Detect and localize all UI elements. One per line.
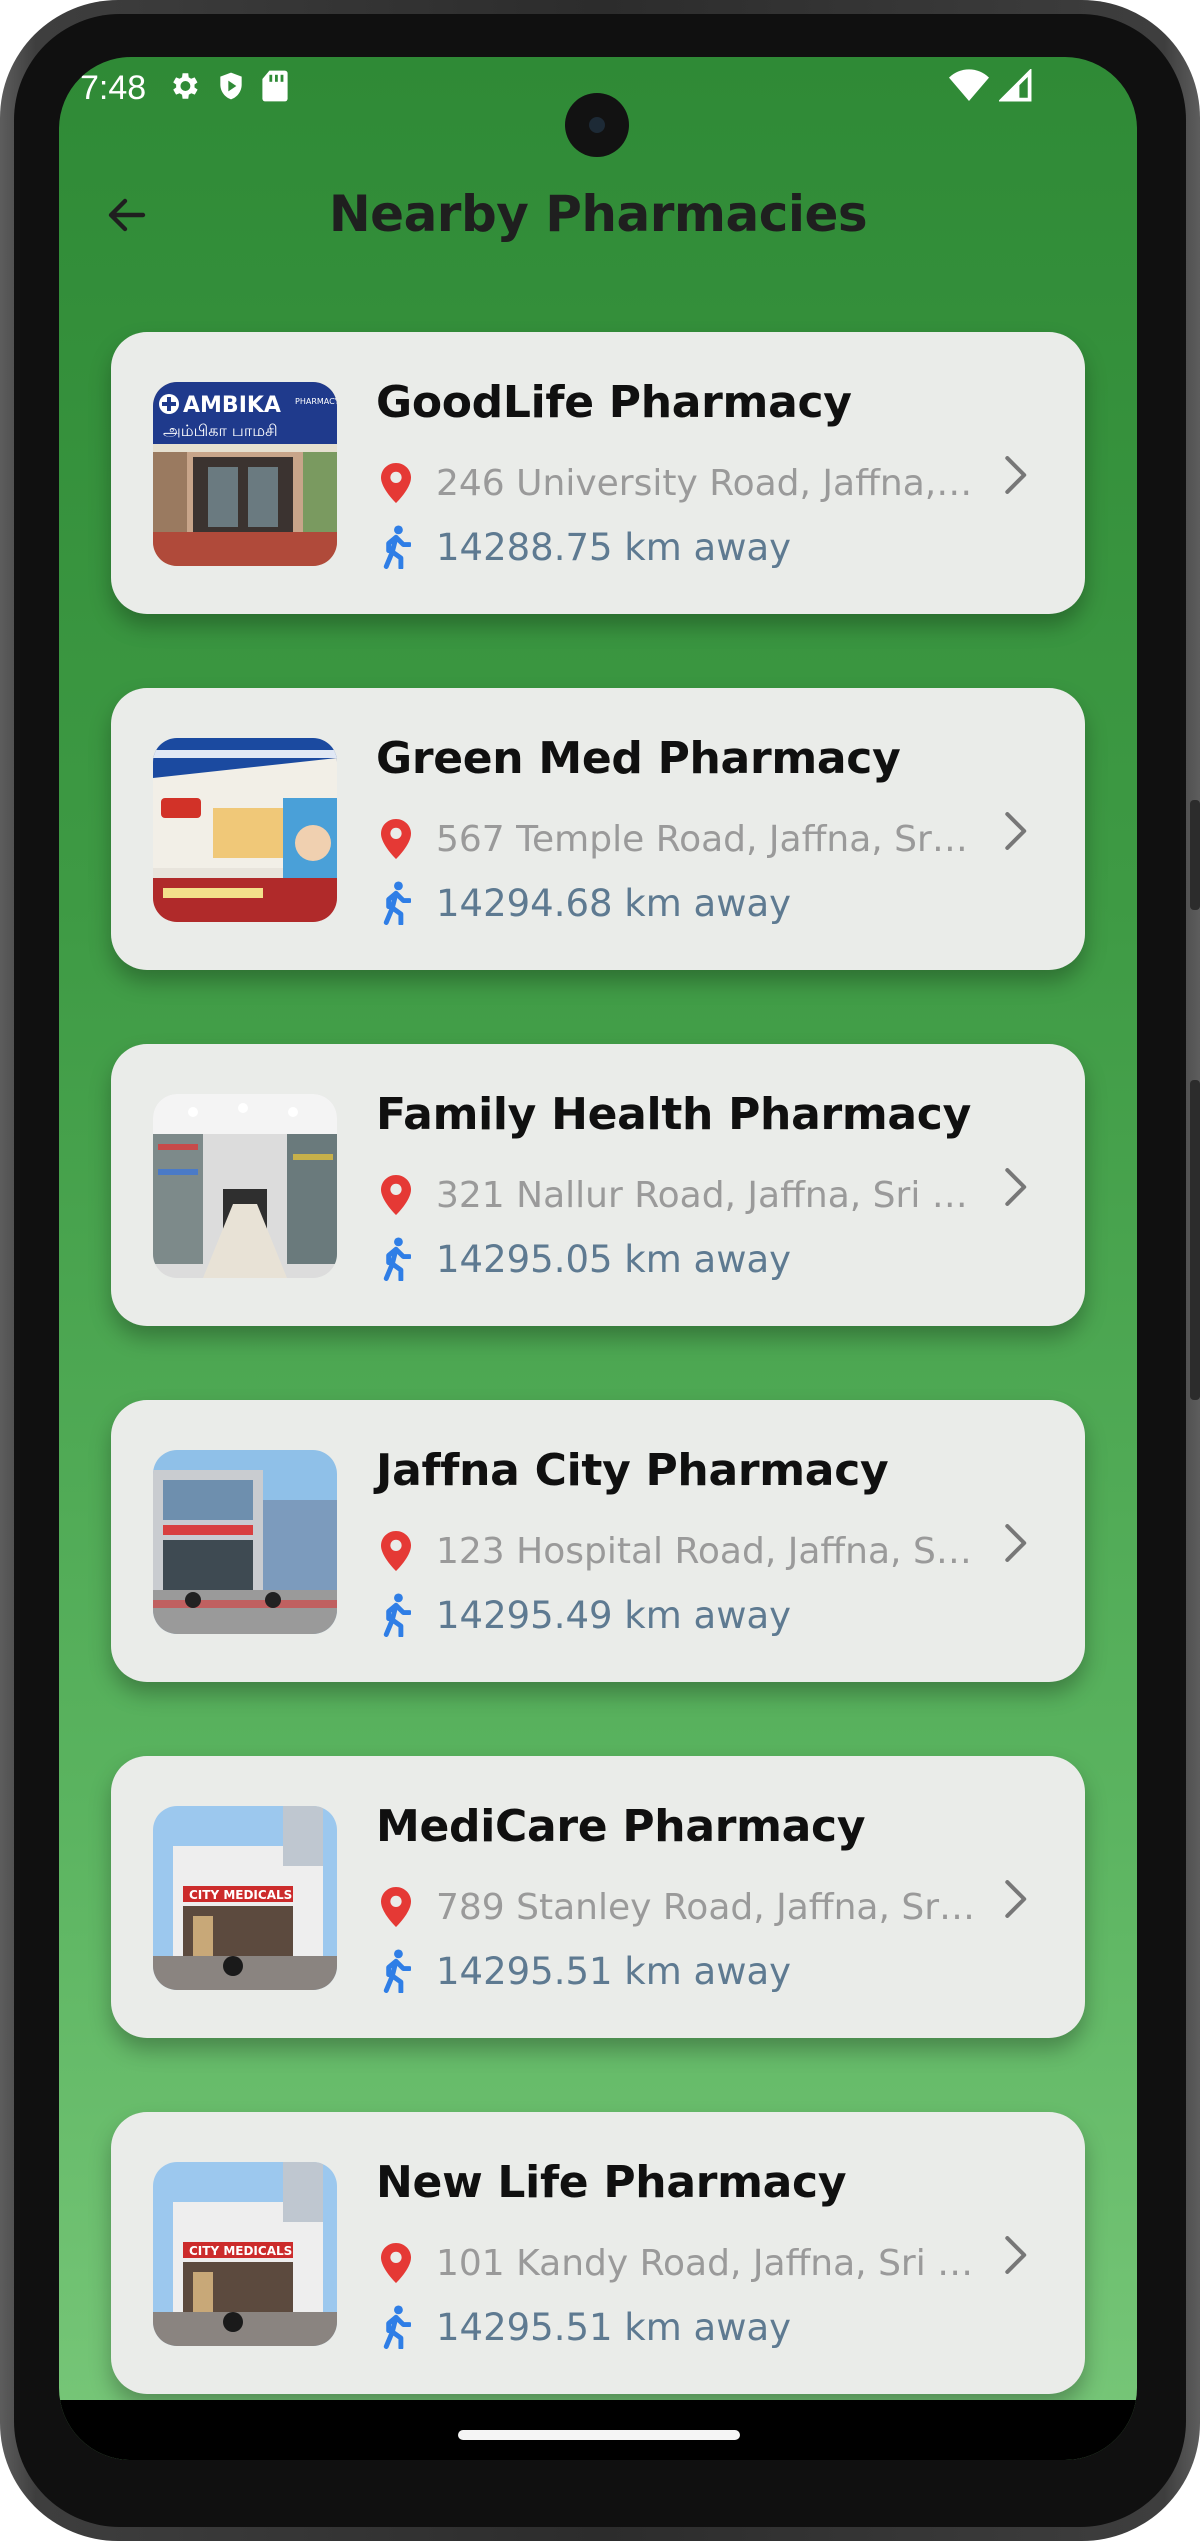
pharmacy-distance: 14295.51 km away — [436, 1949, 792, 1993]
location-pin-icon — [376, 1531, 416, 1571]
pharmacy-card[interactable]: CITY MEDICALS New Life Pharmacy 101 Kand… — [111, 2112, 1085, 2394]
sign-pharmacy-tag: PHARMACY — [295, 397, 337, 406]
pharmacy-distance: 14295.51 km away — [436, 2305, 792, 2349]
sign-city-medicals: CITY MEDICALS — [189, 1888, 292, 1902]
shield-icon — [215, 69, 247, 103]
distance-row: 14294.68 km away — [376, 878, 791, 928]
pharmacy-name: Family Health Pharmacy — [376, 1089, 971, 1140]
pharmacy-name: New Life Pharmacy — [376, 2157, 847, 2208]
wifi-icon — [949, 69, 989, 103]
pharmacy-card[interactable]: Family Health Pharmacy 321 Nallur Road, … — [111, 1044, 1085, 1326]
arrow-left-icon — [108, 198, 146, 232]
walking-icon — [376, 881, 416, 925]
address-row: 789 Stanley Road, Jaffna, Sri Lanka — [376, 1882, 976, 1932]
pharmacy-card[interactable]: AMBIKA PHARMACY அம்பிகா பாமசி GoodLife P… — [111, 332, 1085, 614]
navigation-bar — [59, 2400, 1137, 2460]
phone-frame: 7:48 Nearby Pharmacies AMBIKA PHARMACY அ… — [0, 0, 1200, 2541]
chevron-right-icon[interactable] — [995, 2230, 1035, 2280]
address-row: 123 Hospital Road, Jaffna, Sri Lanka — [376, 1526, 976, 1576]
distance-row: 14295.49 km away — [376, 1590, 791, 1640]
chevron-right-icon[interactable] — [995, 1518, 1035, 1568]
status-time: 7:48 — [80, 69, 147, 107]
address-row: 101 Kandy Road, Jaffna, Sri Lanka — [376, 2238, 976, 2288]
pharmacy-photo — [153, 1450, 337, 1634]
location-pin-icon — [376, 463, 416, 503]
pharmacy-photo: CITY MEDICALS — [153, 1806, 337, 1990]
pharmacy-name: GoodLife Pharmacy — [376, 377, 852, 428]
location-pin-icon — [376, 2243, 416, 2283]
signal-icon — [999, 69, 1033, 103]
chevron-right-icon[interactable] — [995, 806, 1035, 856]
pharmacy-address: 321 Nallur Road, Jaffna, Sri Lanka — [436, 1174, 976, 1216]
location-pin-icon — [376, 1887, 416, 1927]
sd-card-icon — [261, 69, 289, 103]
distance-row: 14288.75 km away — [376, 522, 791, 572]
address-row: 567 Temple Road, Jaffna, Sri Lanka — [376, 814, 976, 864]
page-title: Nearby Pharmacies — [328, 185, 868, 243]
chevron-right-icon[interactable] — [995, 1874, 1035, 1924]
distance-row: 14295.51 km away — [376, 2302, 791, 2352]
pharmacy-card[interactable]: CITY MEDICALS MediCare Pharmacy 789 Stan… — [111, 1756, 1085, 2038]
sign-tamil: அம்பிகா பாமசி — [163, 421, 278, 440]
back-button[interactable] — [99, 187, 155, 243]
pharmacy-address: 789 Stanley Road, Jaffna, Sri Lanka — [436, 1886, 976, 1928]
pharmacy-distance: 14295.49 km away — [436, 1593, 792, 1637]
walking-icon — [376, 2305, 416, 2349]
distance-row: 14295.05 km away — [376, 1234, 791, 1284]
home-indicator[interactable] — [458, 2430, 740, 2440]
app-screen: 7:48 Nearby Pharmacies AMBIKA PHARMACY அ… — [59, 57, 1137, 2460]
walking-icon — [376, 525, 416, 569]
power-button — [1190, 1080, 1200, 1400]
pharmacy-photo — [153, 738, 337, 922]
pharmacy-address: 101 Kandy Road, Jaffna, Sri Lanka — [436, 2242, 976, 2284]
pharmacy-address: 567 Temple Road, Jaffna, Sri Lanka — [436, 818, 976, 860]
pharmacy-card[interactable]: Jaffna City Pharmacy 123 Hospital Road, … — [111, 1400, 1085, 1682]
pharmacy-name: Jaffna City Pharmacy — [376, 1445, 889, 1496]
pharmacy-distance: 14288.75 km away — [436, 525, 792, 569]
pharmacy-photo: AMBIKA PHARMACY அம்பிகா பாமசி — [153, 382, 337, 566]
sign-city-medicals: CITY MEDICALS — [189, 2244, 292, 2258]
app-bar: Nearby Pharmacies — [59, 157, 1137, 267]
location-pin-icon — [376, 819, 416, 859]
distance-row: 14295.51 km away — [376, 1946, 791, 1996]
chevron-right-icon[interactable] — [995, 450, 1035, 500]
gear-icon — [167, 69, 201, 103]
pharmacy-address: 123 Hospital Road, Jaffna, Sri Lanka — [436, 1530, 976, 1572]
address-row: 321 Nallur Road, Jaffna, Sri Lanka — [376, 1170, 976, 1220]
pharmacy-photo — [153, 1094, 337, 1278]
front-camera — [565, 93, 629, 157]
pharmacy-card[interactable]: Green Med Pharmacy 567 Temple Road, Jaff… — [111, 688, 1085, 970]
pharmacy-name: MediCare Pharmacy — [376, 1801, 866, 1852]
chevron-right-icon[interactable] — [995, 1162, 1035, 1212]
walking-icon — [376, 1237, 416, 1281]
address-row: 246 University Road, Jaffna, Sri Lanka — [376, 458, 976, 508]
pharmacy-photo: CITY MEDICALS — [153, 2162, 337, 2346]
pharmacy-list: AMBIKA PHARMACY அம்பிகா பாமசி GoodLife P… — [111, 332, 1085, 2460]
pharmacy-address: 246 University Road, Jaffna, Sri Lanka — [436, 462, 976, 504]
pharmacy-distance: 14295.05 km away — [436, 1237, 792, 1281]
pharmacy-distance: 14294.68 km away — [436, 881, 792, 925]
pharmacy-name: Green Med Pharmacy — [376, 733, 901, 784]
sign-ambika: AMBIKA — [183, 393, 281, 418]
location-pin-icon — [376, 1175, 416, 1215]
walking-icon — [376, 1949, 416, 1993]
volume-button — [1190, 800, 1200, 910]
walking-icon — [376, 1593, 416, 1637]
